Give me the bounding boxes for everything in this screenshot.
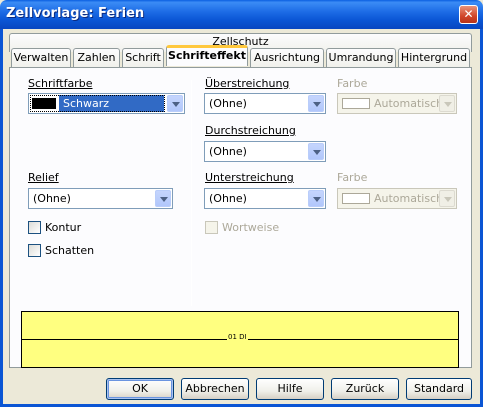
font-color-label: Schriftfarbe: [28, 77, 93, 90]
strikethrough-value: (Ohne): [209, 145, 247, 158]
overline-color-select[interactable]: Automatisch: [337, 93, 457, 114]
overline-color-label: Farbe: [337, 77, 368, 90]
underline-select[interactable]: (Ohne): [204, 188, 326, 209]
chevron-down-icon[interactable]: [308, 143, 324, 160]
chevron-down-icon[interactable]: [439, 95, 455, 112]
color-swatch: [342, 98, 370, 109]
overline-value: (Ohne): [209, 97, 247, 110]
outline-label: Kontur: [45, 221, 82, 234]
font-color-select[interactable]: Schwarz: [28, 93, 185, 114]
overline-color-value: Automatisch: [374, 97, 444, 110]
underline-value: (Ohne): [209, 192, 247, 205]
chevron-down-icon[interactable]: [167, 95, 183, 112]
chevron-down-icon[interactable]: [155, 190, 171, 207]
overline-label: Überstreichung: [205, 77, 290, 90]
underline-color-value: Automatisch: [374, 192, 444, 205]
word-wise-checkbox[interactable]: [205, 221, 218, 234]
outline-checkbox[interactable]: [28, 221, 41, 234]
relief-label: Relief: [28, 171, 59, 184]
underline-color-label: Farbe: [337, 171, 368, 184]
underline-label: Unterstreichung: [205, 171, 294, 184]
shadow-checkbox[interactable]: [28, 244, 41, 257]
focus-rect: [30, 95, 165, 112]
chevron-down-icon[interactable]: [308, 95, 324, 112]
relief-value: (Ohne): [33, 192, 71, 205]
strikethrough-label: Durchstreichung: [205, 124, 296, 137]
color-swatch: [342, 193, 370, 204]
relief-select[interactable]: (Ohne): [28, 188, 173, 209]
word-wise-label: Wortweise: [222, 221, 280, 234]
chevron-down-icon[interactable]: [439, 190, 455, 207]
overline-select[interactable]: (Ohne): [204, 93, 326, 114]
underline-color-select[interactable]: Automatisch: [337, 188, 457, 209]
chevron-down-icon[interactable]: [308, 190, 324, 207]
shadow-label: Schatten: [45, 244, 95, 257]
strikethrough-select[interactable]: (Ohne): [204, 141, 326, 162]
